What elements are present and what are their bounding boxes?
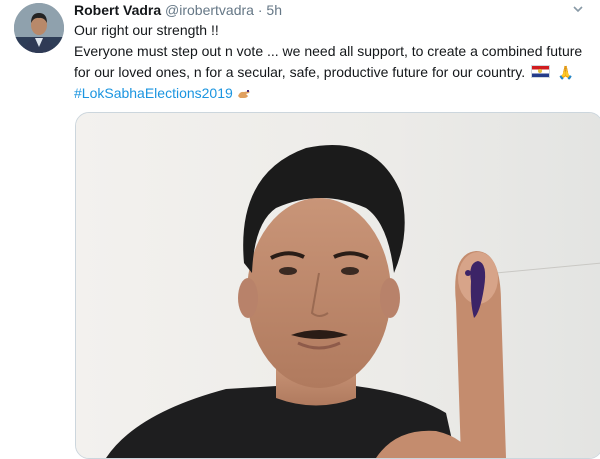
voting-hand-icon [237,83,251,104]
tweet-line-2: Everyone must step out n vote ... we nee… [74,41,596,83]
tweet-line-3: #LokSabhaElections2019 [74,83,596,104]
author-handle[interactable]: @irobertvadra [165,2,254,18]
hashtag-link[interactable]: #LokSabhaElections2019 [74,85,233,101]
avatar[interactable] [14,3,64,53]
tweet-photo[interactable] [75,112,600,459]
author-name[interactable]: Robert Vadra [74,2,161,18]
tweet-line-1: Our right our strength !! [74,22,219,38]
tweet-header: Robert Vadra @irobertvadra · 5h [74,2,590,20]
tweet-time[interactable]: 5h [266,2,282,18]
folded-hands-icon: 🙏 [557,65,575,80]
tweet-line-2-text: Everyone must step out n vote ... we nee… [74,43,583,80]
photo-image [76,113,600,458]
chevron-down-icon[interactable] [572,2,584,18]
separator-dot: · [257,2,263,18]
tweet-card: Robert Vadra @irobertvadra · 5h Our righ… [0,0,600,459]
flag-icon [530,65,550,78]
tweet-text: Our right our strength !! Everyone must … [74,20,596,104]
